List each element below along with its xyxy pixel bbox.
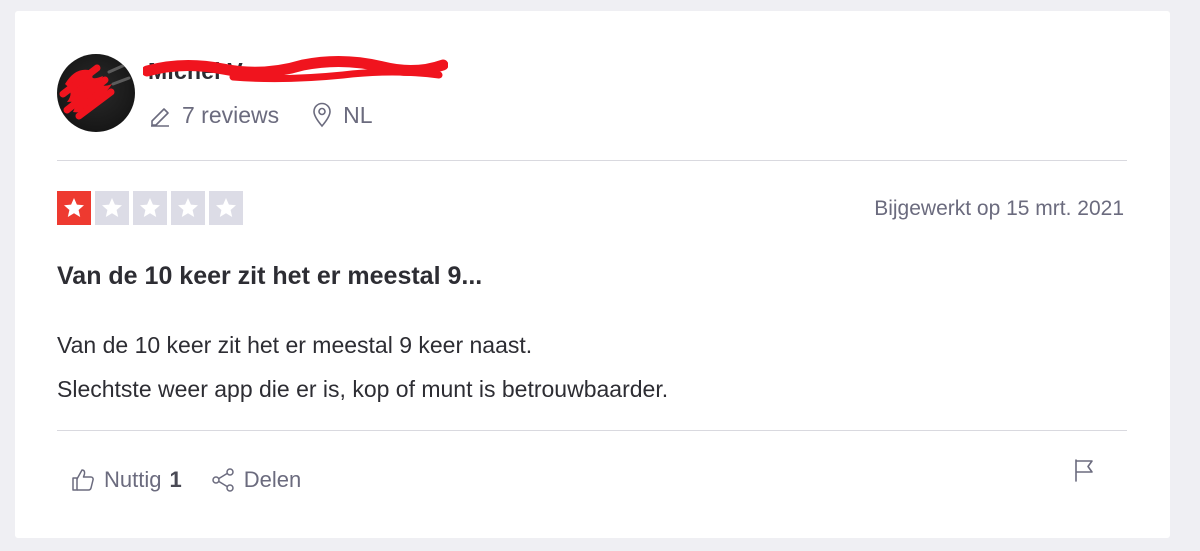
share-icon bbox=[211, 468, 234, 492]
star-2 bbox=[95, 191, 129, 225]
star-icon bbox=[140, 198, 160, 217]
star-4 bbox=[171, 191, 205, 225]
review-card: Michel V 7 reviews NL Bijgewerkt op 15 m… bbox=[15, 11, 1170, 538]
useful-label: Nuttig bbox=[104, 467, 162, 492]
star-icon bbox=[102, 198, 122, 217]
country-label: NL bbox=[343, 101, 373, 128]
review-actions: Nuttig 1 Delen bbox=[70, 466, 301, 494]
useful-button[interactable]: Nuttig 1 bbox=[70, 467, 182, 493]
thumbs-up-icon bbox=[72, 469, 94, 491]
useful-count: 1 bbox=[169, 467, 182, 492]
star-icon bbox=[64, 198, 84, 217]
avatar[interactable] bbox=[57, 54, 135, 132]
flag-icon[interactable] bbox=[1072, 458, 1096, 482]
review-body-line: Van de 10 keer zit het er meestal 9 keer… bbox=[57, 332, 533, 358]
avatar-redaction bbox=[59, 62, 131, 120]
footer-divider bbox=[57, 430, 1127, 431]
review-body: Van de 10 keer zit het er meestal 9 keer… bbox=[57, 323, 668, 411]
star-5 bbox=[209, 191, 243, 225]
pencil-icon bbox=[151, 108, 169, 127]
review-body-line: Slechtste weer app die er is, kop of mun… bbox=[57, 376, 669, 402]
share-button[interactable]: Delen bbox=[210, 467, 301, 493]
star-1 bbox=[57, 191, 91, 225]
review-title[interactable]: Van de 10 keer zit het er meestal 9... bbox=[57, 262, 482, 291]
share-label: Delen bbox=[243, 467, 302, 492]
star-icon bbox=[216, 198, 236, 217]
location-pin-icon bbox=[313, 102, 331, 128]
reviewer-location: NL bbox=[311, 101, 373, 129]
reviews-count-label: 7 reviews bbox=[182, 101, 280, 128]
star-icon bbox=[178, 198, 198, 217]
name-redaction-scribble bbox=[143, 55, 448, 83]
star-3 bbox=[133, 191, 167, 225]
review-date: Bijgewerkt op 15 mrt. 2021 bbox=[874, 197, 1124, 220]
reviews-count[interactable]: 7 reviews bbox=[148, 102, 279, 129]
header-divider bbox=[57, 160, 1127, 161]
star-rating bbox=[57, 191, 247, 225]
reviewer-meta: 7 reviews NL bbox=[148, 101, 373, 129]
